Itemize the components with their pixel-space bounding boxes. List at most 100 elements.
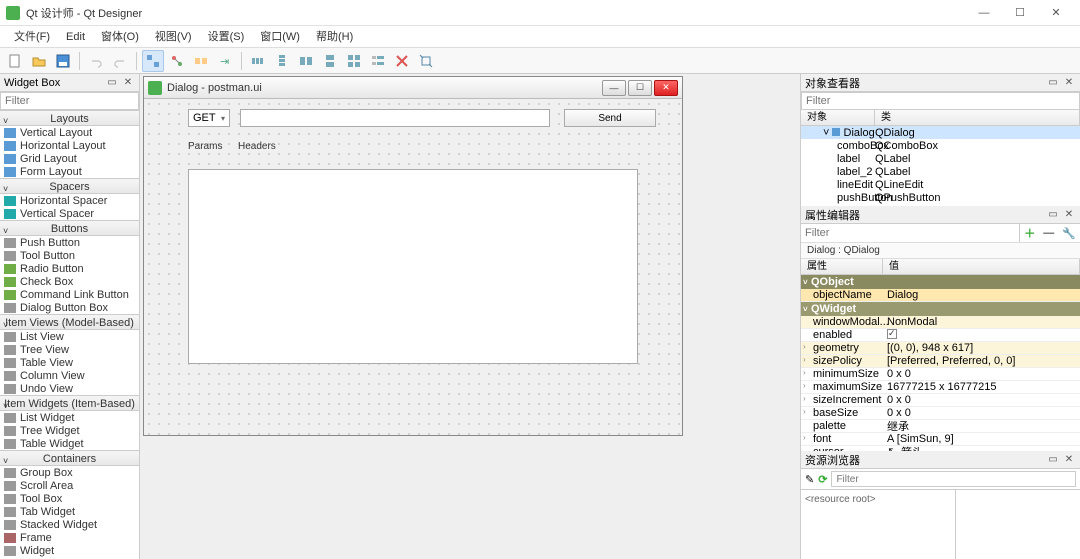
- response-textarea[interactable]: [188, 169, 638, 364]
- tree-row-lineedit[interactable]: lineEditQLineEdit: [801, 178, 1080, 191]
- widget-column-view[interactable]: Column View: [0, 369, 139, 382]
- edit-signals-icon[interactable]: [166, 50, 188, 72]
- form-close-icon[interactable]: ✕: [654, 80, 678, 96]
- layout-form-icon[interactable]: [367, 50, 389, 72]
- enabled-checkbox-icon[interactable]: [887, 329, 897, 339]
- widget-undo-view[interactable]: Undo View: [0, 382, 139, 395]
- menu-help[interactable]: 帮助(H): [308, 26, 361, 48]
- resource-filter[interactable]: [831, 471, 1076, 487]
- adjust-size-icon[interactable]: [415, 50, 437, 72]
- section-spacers[interactable]: ˅Spacers: [0, 178, 139, 194]
- object-inspector-filter[interactable]: [801, 92, 1080, 110]
- pe-col-val[interactable]: 值: [883, 259, 1080, 274]
- panel-close-icon[interactable]: ✕: [121, 76, 135, 90]
- widget-list-view[interactable]: List View: [0, 330, 139, 343]
- menu-settings[interactable]: 设置(S): [200, 26, 253, 48]
- prop-objectname[interactable]: objectNameDialog: [801, 289, 1080, 302]
- edit-taborder-icon[interactable]: ⇥: [214, 50, 236, 72]
- minimize-button[interactable]: —: [966, 0, 1002, 26]
- widget-radio-button[interactable]: Radio Button: [0, 262, 139, 275]
- oi-col-class[interactable]: 类: [875, 110, 1080, 125]
- widget-grid-layout[interactable]: Grid Layout: [0, 152, 139, 165]
- section-itemviews[interactable]: ˅Item Views (Model-Based): [0, 314, 139, 330]
- menu-window[interactable]: 窗口(W): [252, 26, 308, 48]
- widget-tool-box[interactable]: Tool Box: [0, 492, 139, 505]
- pe-close-icon[interactable]: ✕: [1062, 208, 1076, 222]
- widget-group-box[interactable]: Group Box: [0, 466, 139, 479]
- widget-push-button[interactable]: Push Button: [0, 236, 139, 249]
- edit-resources-icon[interactable]: ✎: [805, 473, 814, 486]
- remove-property-icon[interactable]: —: [1039, 227, 1058, 239]
- tree-row-label2[interactable]: label_2QLabel: [801, 165, 1080, 178]
- form-window[interactable]: Dialog - postman.ui — ☐ ✕ GET▾ Send Para…: [143, 76, 683, 436]
- widget-tree-view[interactable]: Tree View: [0, 343, 139, 356]
- break-layout-icon[interactable]: [391, 50, 413, 72]
- edit-widgets-icon[interactable]: [142, 50, 164, 72]
- config-property-icon[interactable]: 🔧: [1058, 227, 1080, 240]
- section-layouts[interactable]: ˅Layouts: [0, 110, 139, 126]
- widget-horizontal-spacer[interactable]: Horizontal Spacer: [0, 194, 139, 207]
- section-containers[interactable]: ˅Containers: [0, 450, 139, 466]
- menu-file[interactable]: 文件(F): [6, 26, 58, 48]
- layout-hsplit-icon[interactable]: [295, 50, 317, 72]
- send-button[interactable]: Send: [564, 109, 656, 127]
- menu-view[interactable]: 视图(V): [147, 26, 200, 48]
- widget-command-link[interactable]: Command Link Button: [0, 288, 139, 301]
- new-file-icon[interactable]: [4, 50, 26, 72]
- widget-form-layout[interactable]: Form Layout: [0, 165, 139, 178]
- redo-icon[interactable]: [109, 50, 131, 72]
- headers-label[interactable]: Headers: [238, 141, 276, 152]
- widget-list-widget[interactable]: List Widget: [0, 411, 139, 424]
- pe-col-prop[interactable]: 属性: [801, 259, 883, 274]
- http-method-combobox[interactable]: GET▾: [188, 109, 230, 127]
- widget-stacked-widget[interactable]: Stacked Widget: [0, 518, 139, 531]
- menu-edit[interactable]: Edit: [58, 26, 93, 48]
- tree-row-label[interactable]: labelQLabel: [801, 152, 1080, 165]
- resource-preview[interactable]: [956, 490, 1080, 559]
- url-lineedit[interactable]: [240, 109, 550, 127]
- save-file-icon[interactable]: [52, 50, 74, 72]
- oi-float-icon[interactable]: ▭: [1046, 76, 1060, 90]
- undo-icon[interactable]: [85, 50, 107, 72]
- open-file-icon[interactable]: [28, 50, 50, 72]
- form-body[interactable]: GET▾ Send Params Headers: [144, 99, 682, 435]
- prop-sizepolicy[interactable]: ›sizePolicy[Preferred, Preferred, 0, 0]: [801, 355, 1080, 368]
- group-qobject[interactable]: ˅QObject: [801, 275, 1080, 289]
- layout-vertical-icon[interactable]: [271, 50, 293, 72]
- add-property-icon[interactable]: ＋: [1020, 225, 1039, 241]
- widget-check-box[interactable]: Check Box: [0, 275, 139, 288]
- widget-vertical-spacer[interactable]: Vertical Spacer: [0, 207, 139, 220]
- resource-tree[interactable]: <resource root>: [801, 490, 956, 559]
- widget-horizontal-layout[interactable]: Horizontal Layout: [0, 139, 139, 152]
- widget-vertical-layout[interactable]: Vertical Layout: [0, 126, 139, 139]
- widget-table-widget[interactable]: Table Widget: [0, 437, 139, 450]
- rb-float-icon[interactable]: ▭: [1046, 453, 1060, 467]
- panel-float-icon[interactable]: ▭: [105, 76, 119, 90]
- oi-col-object[interactable]: 对象: [801, 110, 875, 125]
- section-itemwidgets[interactable]: ˅Item Widgets (Item-Based): [0, 395, 139, 411]
- maximize-button[interactable]: ☐: [1002, 0, 1038, 26]
- reload-resources-icon[interactable]: ⟳: [818, 473, 827, 486]
- prop-enabled[interactable]: enabled: [801, 329, 1080, 342]
- tree-row-dialog[interactable]: ˅ DialogQDialog: [801, 126, 1080, 139]
- widget-tool-button[interactable]: Tool Button: [0, 249, 139, 262]
- widget-scroll-area[interactable]: Scroll Area: [0, 479, 139, 492]
- layout-vsplit-icon[interactable]: [319, 50, 341, 72]
- widget-tree-widget[interactable]: Tree Widget: [0, 424, 139, 437]
- prop-windowmodal[interactable]: windowModal...NonModal: [801, 316, 1080, 329]
- designer-canvas[interactable]: Dialog - postman.ui — ☐ ✕ GET▾ Send Para…: [140, 74, 800, 559]
- section-buttons[interactable]: ˅Buttons: [0, 220, 139, 236]
- widget-box-filter[interactable]: [0, 92, 139, 110]
- object-tree[interactable]: ˅ DialogQDialog comboBoxQComboBox labelQ…: [801, 126, 1080, 206]
- widget-table-view[interactable]: Table View: [0, 356, 139, 369]
- close-button[interactable]: ✕: [1038, 0, 1074, 26]
- form-minimize-icon[interactable]: —: [602, 80, 626, 96]
- layout-horizontal-icon[interactable]: [247, 50, 269, 72]
- group-qwidget[interactable]: ˅QWidget: [801, 302, 1080, 316]
- widget-tab-widget[interactable]: Tab Widget: [0, 505, 139, 518]
- widget-frame[interactable]: Frame: [0, 531, 139, 544]
- prop-geometry[interactable]: ›geometry[(0, 0), 948 x 617]: [801, 342, 1080, 355]
- edit-buddies-icon[interactable]: [190, 50, 212, 72]
- property-list[interactable]: ˅QObject objectNameDialog ˅QWidget windo…: [801, 275, 1080, 451]
- prop-maximumsize[interactable]: ›maximumSize16777215 x 16777215: [801, 381, 1080, 394]
